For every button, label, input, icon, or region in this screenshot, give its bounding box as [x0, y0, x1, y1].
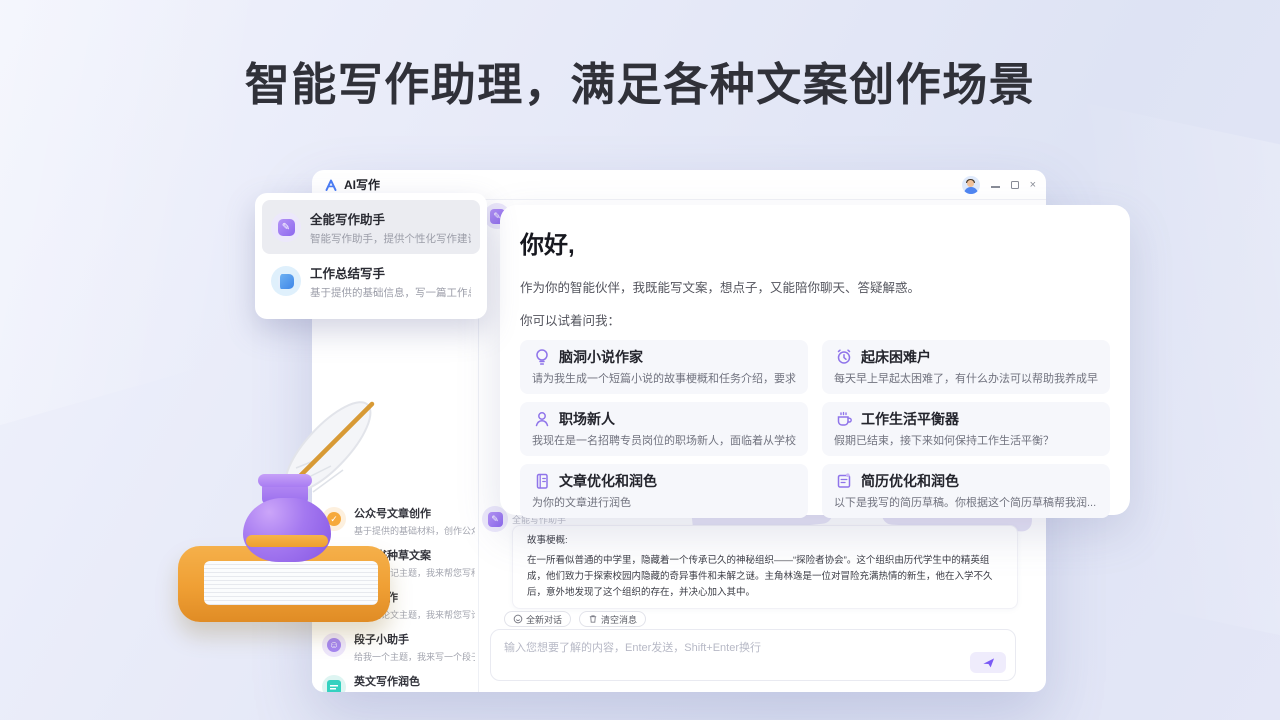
app-title: AI写作: [344, 176, 380, 193]
notebook-icon: [532, 471, 552, 491]
card-workplace-newbie[interactable]: 职场新人 我现在是一名招聘专员岗位的职场新人，面临着从学校到职场的转变: [520, 402, 808, 456]
new-chat-icon: [513, 614, 523, 624]
clear-messages-button[interactable]: 清空消息: [579, 611, 646, 627]
page-title: 智能写作助理，满足各种文案创作场景: [0, 48, 1280, 113]
trash-icon: [588, 614, 598, 624]
chat-input: [490, 629, 1016, 681]
greeting-text: 你好,: [520, 225, 1110, 260]
ai-logo-icon: [324, 178, 338, 192]
minimize-icon[interactable]: [991, 186, 1000, 188]
suggestion-cards: 脑洞小说作家 请为我生成一个短篇小说的故事梗概和任务介绍，要求脑洞大开 起床困难…: [520, 340, 1110, 518]
person-icon: [532, 409, 552, 429]
english-doc-icon: [322, 675, 346, 692]
smiley-icon: ☺: [322, 633, 346, 657]
ink-bottle-illustration: [243, 498, 331, 562]
card-resume-polish[interactable]: 简历优化和润色 以下是我写的简历草稿。你根据这个简历草稿帮我润...: [822, 464, 1110, 518]
page: 智能写作助理，满足各种文案创作场景 AI写作 × ✓ 公众号文: [0, 0, 1280, 720]
paper-plane-icon: [982, 656, 995, 669]
popup-item-zongjie[interactable]: 工作总结写手 基于提供的基础信息，写一篇工作总结: [262, 254, 480, 308]
resume-icon: [834, 471, 854, 491]
message-actions: 全新对话 清空消息: [504, 611, 646, 627]
card-early-riser[interactable]: 起床困难户 每天早上早起太困难了，有什么办法可以帮助我养成早起的习惯: [822, 340, 1110, 394]
close-icon[interactable]: ×: [1030, 180, 1036, 191]
message-heading: 故事梗概:: [527, 532, 1003, 546]
message-paragraph: 林逸通过一系列的考验，成功成为了“探险者协会”的一员。他得知，协会的目标是找到一…: [527, 607, 1003, 609]
new-chat-button[interactable]: 全新对话: [504, 611, 571, 627]
alarm-clock-icon: [834, 347, 854, 367]
coffee-cup-icon: [834, 409, 854, 429]
blue-book-icon: [271, 266, 301, 296]
card-work-life-balance[interactable]: 工作生活平衡器 假期已结束，接下来如何保持工作生活平衡？: [822, 402, 1110, 456]
assistant-message: 故事梗概: 在一所看似普通的中学里，隐藏着一个传承已久的神秘组织——“探险者协会…: [512, 525, 1018, 609]
assistant-popup: ✎ 全能写作助手 智能写作助手，提供个性化写作建议 工作总结写手 基于提供的基础…: [255, 193, 487, 319]
chat-input-field[interactable]: [491, 630, 1015, 680]
intro-text: 作为你的智能伙伴，我既能写文案，想点子，又能陪你聊天、答疑解惑。: [520, 277, 1110, 296]
user-avatar[interactable]: [962, 176, 980, 194]
card-article-polish[interactable]: 文章优化和润色 为你的文章进行润色: [520, 464, 808, 518]
book-pages: [204, 561, 378, 605]
message-paragraph: 在一所看似普通的中学里，隐藏着一个传承已久的神秘组织——“探险者协会”。这个组织…: [527, 553, 1003, 601]
ink-bottle-stripe: [246, 535, 328, 547]
sidebar-item-yingwen[interactable]: 英文写作润色 请发送您写好的英文文章，我将会帮: [312, 670, 479, 692]
prompt-text: 你可以试着问我：: [520, 310, 1110, 329]
maximize-icon[interactable]: [1011, 181, 1019, 189]
greeting-panel: 你好, 作为你的智能伙伴，我既能写文案，想点子，又能陪你聊天、答疑解惑。 你可以…: [500, 205, 1130, 515]
popup-item-quanneng[interactable]: ✎ 全能写作助手 智能写作助手，提供个性化写作建议: [262, 200, 480, 254]
sidebar-item-duanzi[interactable]: ☺ 段子小助手 给我一个主题，我来写一个段子。: [312, 628, 479, 670]
pen-square-icon: ✎: [271, 212, 301, 242]
card-novel-writer[interactable]: 脑洞小说作家 请为我生成一个短篇小说的故事梗概和任务介绍，要求脑洞大开: [520, 340, 808, 394]
send-button[interactable]: [970, 652, 1006, 673]
ink-bottle-lip: [258, 474, 312, 487]
bulb-icon: [532, 347, 552, 367]
